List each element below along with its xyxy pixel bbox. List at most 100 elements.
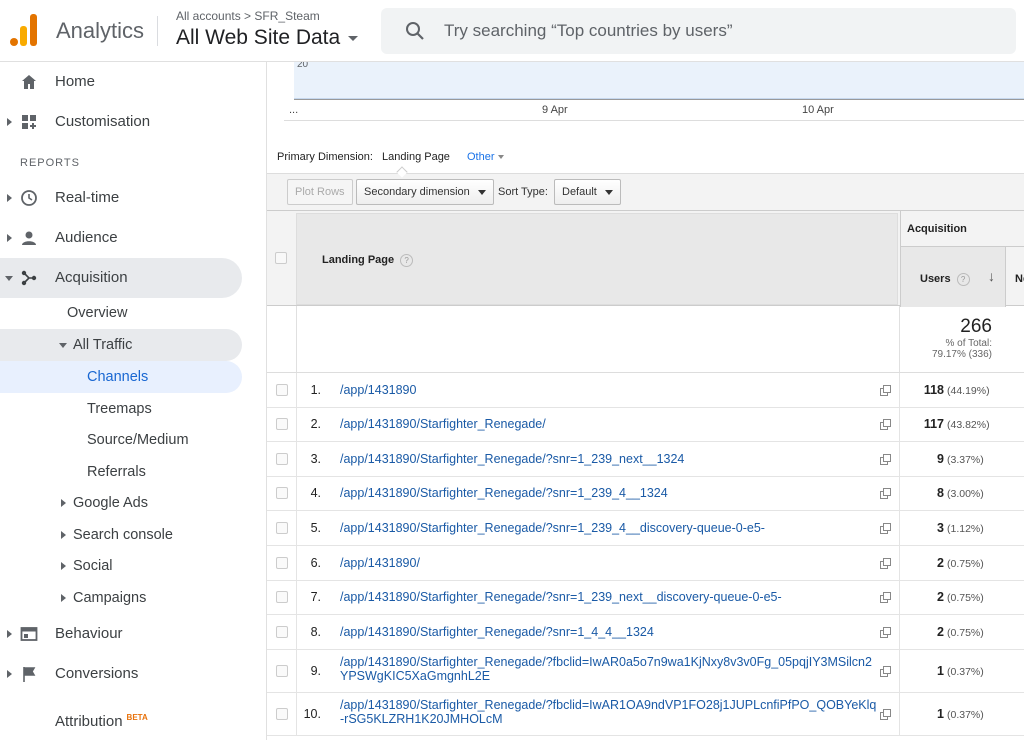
landing-page-link[interactable]: /app/1431890/Starfighter_Renegade/?snr=1… (340, 625, 880, 639)
app-header: Analytics All accounts > SFR_Steam All W… (0, 0, 1024, 62)
plot-rows-button[interactable]: Plot Rows (287, 179, 353, 205)
breadcrumb-separator: > (244, 9, 252, 23)
landing-page-cell: 1. /app/1431890 (296, 373, 900, 407)
breadcrumb-all-accounts[interactable]: All accounts (176, 9, 241, 23)
sort-descending-icon[interactable]: ↓ (988, 268, 995, 284)
landing-page-link[interactable]: /app/1431890/Starfighter_Renegade/?snr=1… (340, 486, 880, 500)
open-in-new-icon[interactable] (880, 488, 892, 499)
sidebar-item-behaviour[interactable]: Behaviour (0, 614, 242, 654)
table-row: 10. /app/1431890/Starfighter_Renegade/?fb… (267, 693, 1024, 736)
sidebar-item-audience[interactable]: Audience (0, 218, 242, 258)
analytics-logo-icon[interactable] (10, 14, 40, 46)
new-users-column-header[interactable]: Ne (1005, 247, 1024, 307)
primary-dimension-other[interactable]: Other (467, 151, 504, 163)
landing-page-link[interactable]: /app/1431890/Starfighter_Renegade/?snr=1… (340, 590, 880, 604)
primary-dimension-landing-page[interactable]: Landing Page (382, 151, 450, 163)
landing-page-link[interactable]: /app/1431890/ (340, 556, 880, 570)
landing-page-link[interactable]: /app/1431890 (340, 383, 880, 397)
sidebar-item-overview[interactable]: Overview (0, 297, 242, 329)
users-percentage: (0.75%) (947, 592, 984, 604)
sidebar-item-referrals[interactable]: Referrals (0, 456, 242, 488)
users-value: 3 (937, 521, 944, 535)
sidebar-item-conversions[interactable]: Conversions (0, 654, 242, 694)
landing-page-link[interactable]: /app/1431890/Starfighter_Renegade/?snr=1… (340, 521, 880, 535)
sidebar-item-acquisition[interactable]: Acquisition (0, 258, 242, 298)
open-in-new-icon[interactable] (880, 523, 892, 534)
open-in-new-icon[interactable] (880, 709, 892, 720)
total-users: 266 (960, 316, 992, 337)
expand-arrow-icon (61, 499, 66, 507)
select-all-checkbox[interactable] (275, 252, 287, 264)
users-percentage: (0.75%) (947, 558, 984, 570)
table-header: Landing Page? Acquisition Users? ↓ Ne (267, 210, 1024, 307)
open-in-new-icon[interactable] (880, 666, 892, 677)
reports-section-label: REPORTS (20, 157, 80, 169)
sidebar-label: Social (73, 558, 113, 574)
property-name: All Web Site Data (176, 26, 341, 49)
column-title: Users (920, 273, 951, 285)
users-percentage: (0.37%) (947, 709, 984, 721)
search-icon (406, 22, 424, 40)
sidebar-item-social[interactable]: Social (0, 550, 242, 582)
table-row: 5. /app/1431890/Starfighter_Renegade/?snr… (267, 511, 1024, 546)
sidebar-item-search-console[interactable]: Search console (0, 519, 242, 551)
row-index: 6. (310, 556, 321, 570)
report-main: 20 ... 9 Apr 10 Apr Primary Dimension: L… (266, 62, 1024, 740)
total-pct-label: % of Total: (945, 338, 992, 349)
users-column-header[interactable]: Users? ↓ (900, 247, 1005, 307)
landing-page-link[interactable]: /app/1431890/Starfighter_Renegade/?fbcli… (340, 655, 880, 683)
sidebar-item-customisation[interactable]: Customisation (0, 102, 242, 142)
property-selector[interactable]: All Web Site Data (176, 26, 359, 50)
sidebar-item-all-traffic[interactable]: All Traffic (0, 329, 242, 361)
row-index: 3. (310, 452, 321, 466)
sidebar-label: Behaviour (55, 625, 123, 642)
expand-arrow-icon (7, 630, 12, 638)
row-index: 5. (310, 521, 321, 535)
sidebar-label: Acquisition (55, 269, 128, 286)
open-in-new-icon[interactable] (880, 454, 892, 465)
landing-page-link[interactable]: /app/1431890/Starfighter_Renegade/?snr=1… (340, 452, 880, 466)
search-bar[interactable]: Try searching “Top countries by users” (381, 8, 1016, 54)
column-title: Ne (1015, 273, 1024, 285)
sort-type-label: Sort Type: (498, 186, 548, 198)
expand-arrow-icon (61, 594, 66, 602)
browser-window-icon (20, 627, 38, 641)
table-row: 9. /app/1431890/Starfighter_Renegade/?fbc… (267, 650, 1024, 693)
landing-page-link[interactable]: /app/1431890/Starfighter_Renegade/?fbcli… (340, 698, 880, 726)
open-in-new-icon[interactable] (880, 385, 892, 396)
column-title: Landing Page (322, 254, 395, 266)
secondary-dimension-dropdown[interactable]: Secondary dimension (356, 179, 494, 205)
sidebar-item-campaigns[interactable]: Campaigns (0, 582, 242, 614)
landing-page-cell: 6. /app/1431890/ (296, 546, 900, 580)
sidebar-label: Treemaps (87, 401, 152, 417)
landing-page-column-header[interactable]: Landing Page? (296, 213, 898, 305)
chart-divider (284, 120, 1024, 121)
chart-plot-area[interactable] (294, 62, 1024, 99)
open-in-new-icon[interactable] (880, 419, 892, 430)
open-in-new-icon[interactable] (880, 592, 892, 603)
sidebar-label: Campaigns (73, 590, 147, 606)
sidebar-item-channels[interactable]: Channels (0, 361, 242, 393)
sidebar-item-treemaps[interactable]: Treemaps (0, 393, 242, 425)
open-in-new-icon[interactable] (880, 558, 892, 569)
sidebar-item-home[interactable]: Home (0, 62, 242, 102)
sidebar-item-google-ads[interactable]: Google Ads (0, 487, 242, 519)
row-index: 7. (310, 590, 321, 604)
users-percentage: (44.19%) (947, 385, 990, 397)
account-breadcrumb[interactable]: All accounts > SFR_Steam (176, 9, 320, 23)
landing-page-link[interactable]: /app/1431890/Starfighter_Renegade/ (340, 417, 880, 431)
sort-type-dropdown[interactable]: Default (554, 179, 621, 205)
users-percentage: (1.12%) (947, 523, 984, 535)
users-value: 9 (937, 452, 944, 466)
breadcrumb-account[interactable]: SFR_Steam (254, 9, 319, 23)
collapse-arrow-icon (5, 276, 13, 281)
chevron-down-icon (497, 155, 504, 160)
open-in-new-icon[interactable] (880, 627, 892, 638)
sidebar-nav: Home Customisation REPORTS Real-time Aud… (0, 62, 266, 740)
help-icon[interactable]: ? (400, 254, 414, 267)
help-icon[interactable]: ? (956, 273, 970, 286)
sidebar-item-source-medium[interactable]: Source/Medium (0, 424, 242, 456)
sidebar-item-realtime[interactable]: Real-time (0, 178, 242, 218)
totals-row: 266 % of Total: 79.17% (336) (267, 306, 1024, 373)
sidebar-item-attribution[interactable]: Attribution BETA (0, 702, 242, 740)
